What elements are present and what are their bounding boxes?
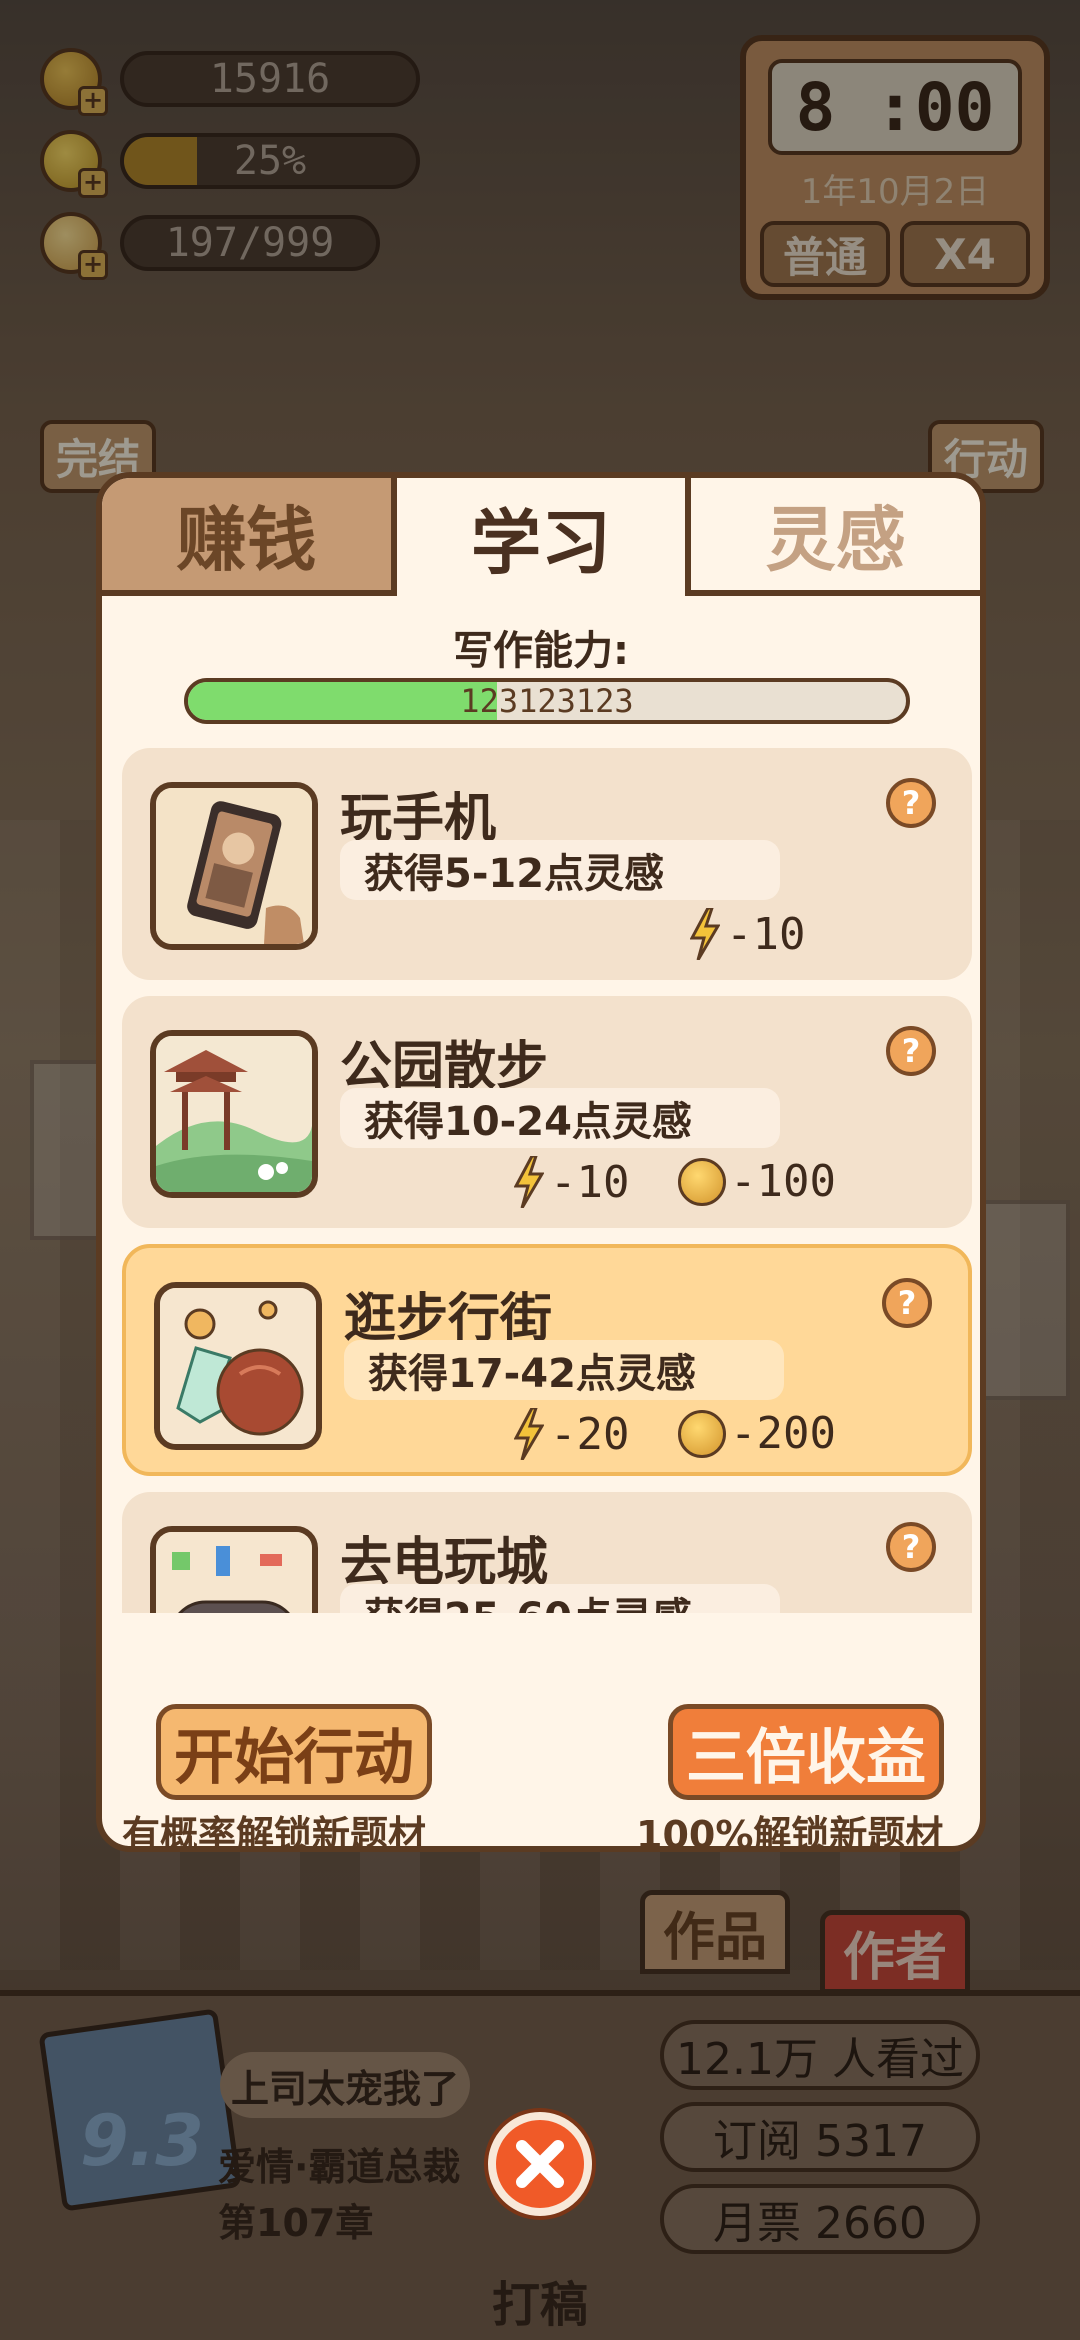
energy-cost-value: -10: [550, 1156, 630, 1208]
coin-cost: -200: [678, 1408, 836, 1459]
writing-ability-label: 写作能力:: [453, 628, 629, 674]
activity-list[interactable]: 玩手机 获得5-12点灵感 ? -10 公园散步 获得10-24点灵感 ? -1…: [122, 748, 972, 1613]
activity-card-shopping-street[interactable]: 逛步行街 获得17-42点灵感 ? -20 -200: [122, 1244, 972, 1476]
lightning-icon: [689, 906, 721, 961]
activity-card-park-walk[interactable]: 公园散步 获得10-24点灵感 ? -10 -100: [122, 996, 972, 1228]
coin-cost-value: -100: [730, 1156, 836, 1207]
shopping-street-icon: [154, 1282, 322, 1450]
park-pavilion-icon: [150, 1030, 318, 1198]
help-icon[interactable]: ?: [886, 778, 936, 828]
coin-icon: [678, 1409, 726, 1458]
close-icon: [516, 2140, 564, 2188]
start-action-button[interactable]: 开始行动: [156, 1704, 432, 1800]
phone-icon: [150, 782, 318, 950]
energy-cost: -10: [513, 1154, 630, 1209]
activity-reward: 获得10-24点灵感: [340, 1088, 780, 1148]
lightning-icon: [513, 1406, 545, 1461]
writing-ability-value: 123123123: [460, 682, 634, 720]
triple-reward-button[interactable]: 三倍收益: [668, 1704, 944, 1800]
energy-cost: -10: [689, 906, 806, 961]
activity-reward: 获得17-42点灵感: [344, 1340, 784, 1400]
activity-modal: 赚钱 学习 灵感 写作能力: 123123123 玩手机 获得5-12点灵感 ?…: [96, 472, 986, 1852]
start-action-note: 有概率解锁新题材: [122, 1813, 427, 1852]
triple-reward-note: 100%解锁新题材: [636, 1813, 944, 1852]
coin-icon: [678, 1157, 726, 1206]
activity-card-phone[interactable]: 玩手机 获得5-12点灵感 ? -10: [122, 748, 972, 980]
activity-reward: 获得5-12点灵感: [340, 840, 780, 900]
tab-study[interactable]: 学习: [396, 478, 692, 596]
energy-cost: -20: [513, 1406, 630, 1461]
writing-ability-bar: 123123123: [184, 678, 910, 724]
help-icon[interactable]: ?: [882, 1278, 932, 1328]
modal-tabs: 赚钱 学习 灵感: [102, 478, 980, 596]
close-button[interactable]: [488, 2112, 592, 2216]
activity-card-arcade[interactable]: 去电玩城 获得25-60点灵感 ?: [122, 1492, 972, 1613]
tab-earn-money[interactable]: 赚钱: [102, 478, 397, 596]
coin-cost-value: -200: [730, 1408, 836, 1459]
help-icon[interactable]: ?: [886, 1522, 936, 1572]
help-icon[interactable]: ?: [886, 1026, 936, 1076]
tab-inspiration[interactable]: 灵感: [691, 478, 980, 596]
coin-cost: -100: [678, 1156, 836, 1207]
gamepad-icon: [150, 1526, 318, 1613]
lightning-icon: [513, 1154, 545, 1209]
energy-cost-value: -10: [726, 908, 806, 960]
activity-reward: 获得25-60点灵感: [340, 1584, 780, 1613]
energy-cost-value: -20: [550, 1408, 630, 1460]
